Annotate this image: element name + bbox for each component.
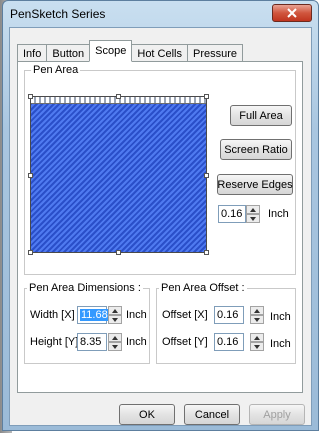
apply-button[interactable]: Apply [249, 404, 305, 425]
spinner-down-button[interactable] [108, 315, 122, 324]
arrow-up-icon [250, 207, 256, 212]
tab-hot-cells[interactable]: Hot Cells [131, 44, 188, 62]
offset-x-label: Offset [X] [162, 309, 208, 321]
tab-label: Button [52, 47, 85, 60]
close-button[interactable] [272, 4, 312, 22]
resize-handle-top-right[interactable] [204, 94, 209, 99]
dialog-window: PenSketch Series Info Button Scope Hot C… [2, 0, 319, 431]
offset-y-input[interactable]: 0.16 [214, 333, 244, 351]
spinner-down-button[interactable] [108, 342, 122, 351]
spinner-down-button[interactable] [246, 214, 260, 223]
pen-area-preview[interactable] [28, 94, 209, 255]
tab-info[interactable]: Info [17, 44, 48, 62]
height-label: Height [Y] [30, 336, 79, 348]
width-unit: Inch [126, 309, 147, 321]
arrow-up-icon [254, 308, 260, 313]
tab-button[interactable]: Button [46, 44, 91, 62]
pen-area-group-label: Pen Area [31, 63, 81, 77]
offset-y-unit: Inch [270, 338, 291, 350]
arrow-down-icon [254, 344, 260, 349]
cancel-button-label: Cancel [194, 408, 230, 421]
screen-ratio-button[interactable]: Screen Ratio [220, 139, 292, 160]
arrow-down-icon [254, 317, 260, 322]
width-input[interactable]: 11.68 [77, 306, 109, 324]
tab-label: Scope [95, 45, 127, 57]
apply-button-label: Apply [263, 408, 291, 421]
screen-ratio-button-label: Screen Ratio [224, 143, 288, 156]
spinner-down-button[interactable] [250, 342, 264, 351]
offset-y-spinner[interactable] [250, 333, 264, 351]
arrow-down-icon [112, 344, 118, 349]
reserve-edges-unit: Inch [268, 208, 289, 220]
reserve-edges-spinner[interactable] [246, 205, 260, 223]
tab-scope[interactable]: Scope [89, 40, 133, 62]
tab-strip: Info Button Scope Hot Cells Pressure [17, 40, 244, 62]
reserve-edges-value: 0.16 [221, 208, 243, 220]
ok-button-label: OK [139, 408, 155, 421]
height-input[interactable]: 8.35 [77, 333, 107, 351]
spinner-up-button[interactable] [250, 333, 264, 342]
width-label: Width [X] [30, 309, 75, 321]
spinner-up-button[interactable] [246, 205, 260, 214]
resize-handle-top-left[interactable] [28, 94, 33, 99]
height-value: 8.35 [80, 336, 102, 348]
offset-x-spinner[interactable] [250, 306, 264, 324]
dimensions-group-label: Pen Area Dimensions : [27, 281, 143, 295]
dialog-client-area: Info Button Scope Hot Cells Pressure Pen… [9, 27, 312, 426]
scope-tab-panel: Pen Area Full Area Screen Ratio Reserve … [17, 61, 303, 393]
spinner-up-button[interactable] [250, 306, 264, 315]
reserve-edges-button-label: Reserve Edges [217, 178, 293, 191]
arrow-down-icon [112, 317, 118, 322]
spinner-up-button[interactable] [108, 333, 122, 342]
tab-label: Hot Cells [137, 47, 182, 60]
tab-label: Pressure [193, 47, 238, 60]
arrow-up-icon [112, 308, 118, 313]
offset-x-unit: Inch [270, 311, 291, 323]
resize-handle-bottom-left[interactable] [28, 250, 33, 255]
dimensions-group: Pen Area Dimensions : [24, 281, 150, 364]
ok-button[interactable]: OK [119, 404, 175, 425]
offset-group: Pen Area Offset : [156, 281, 296, 364]
resize-handle-middle-left[interactable] [28, 173, 33, 178]
offset-y-value: 0.16 [217, 336, 239, 348]
cancel-button[interactable]: Cancel [184, 404, 240, 425]
resize-handle-bottom-right[interactable] [204, 250, 209, 255]
offset-x-value: 0.16 [217, 309, 239, 321]
full-area-button[interactable]: Full Area [230, 105, 292, 126]
resize-handle-top-middle[interactable] [116, 94, 121, 99]
resize-handle-middle-right[interactable] [204, 173, 209, 178]
width-spinner[interactable] [108, 306, 122, 324]
reserve-edges-button[interactable]: Reserve Edges [217, 174, 293, 195]
reserve-edges-input[interactable]: 0.16 [218, 205, 246, 223]
tab-label: Info [23, 47, 42, 60]
height-spinner[interactable] [108, 333, 122, 351]
arrow-down-icon [250, 216, 256, 221]
offset-x-input[interactable]: 0.16 [214, 306, 244, 324]
width-value: 11.68 [80, 309, 109, 321]
arrow-up-icon [112, 335, 118, 340]
arrow-up-icon [254, 335, 260, 340]
title-bar[interactable]: PenSketch Series [3, 1, 318, 27]
spinner-up-button[interactable] [108, 306, 122, 315]
tab-pressure[interactable]: Pressure [187, 44, 244, 62]
offset-y-label: Offset [Y] [162, 336, 208, 348]
window-title: PenSketch Series [10, 7, 106, 21]
full-area-button-label: Full Area [239, 109, 283, 122]
offset-group-label: Pen Area Offset : [159, 281, 247, 295]
close-icon [287, 8, 297, 18]
resize-handle-bottom-middle[interactable] [116, 250, 121, 255]
height-unit: Inch [126, 336, 147, 348]
spinner-down-button[interactable] [250, 315, 264, 324]
